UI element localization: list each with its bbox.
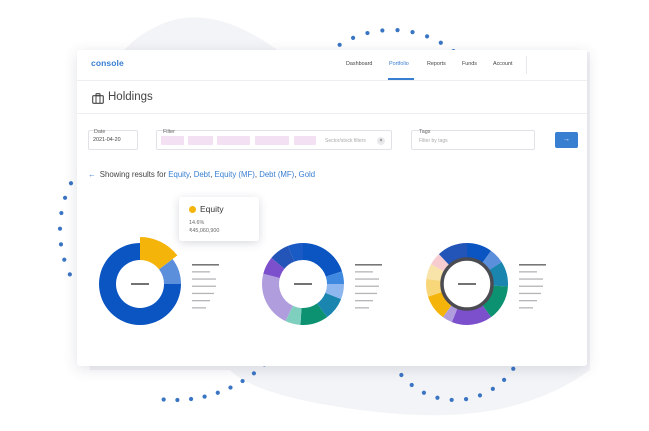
- decor-dot: [62, 257, 67, 262]
- decor-dot: [175, 397, 180, 403]
- legend-placeholder-line: [519, 278, 543, 280]
- legend-placeholder-line: [355, 271, 373, 273]
- decor-dot: [438, 40, 443, 45]
- legend-placeholder-line: [519, 307, 533, 309]
- decor-dot: [380, 28, 385, 33]
- decor-dot: [511, 366, 516, 371]
- decor-dot: [251, 371, 257, 376]
- donut-chart: [262, 243, 344, 325]
- decor-dot: [410, 30, 415, 35]
- decor-dot: [490, 386, 495, 391]
- legend-placeholder-line: [519, 264, 546, 266]
- legend-placeholder-line: [519, 292, 541, 295]
- legend-placeholder-line: [192, 278, 216, 280]
- decor-dot: [188, 396, 194, 402]
- legend-placeholder-line: [355, 307, 369, 309]
- legend-placeholder-line: [192, 285, 216, 287]
- donut-chart: [426, 243, 508, 325]
- decor-dot: [350, 35, 356, 40]
- legend-placeholder-line: [192, 300, 210, 302]
- legend-placeholder-line: [192, 264, 219, 266]
- app-window: console Dashboard Portfolio Reports Fund…: [77, 50, 587, 366]
- decor-dot: [395, 28, 400, 33]
- decor-dot: [409, 382, 414, 388]
- decor-dot: [399, 372, 404, 378]
- decor-dot: [57, 226, 63, 231]
- legend-placeholder-line: [355, 285, 379, 287]
- tooltip-title: Equity: [200, 204, 224, 214]
- decor-dot: [161, 397, 166, 402]
- decor-dot: [365, 30, 370, 36]
- tooltip-color-dot: [189, 206, 196, 213]
- decor-dot: [58, 242, 64, 247]
- decor-dot: [435, 395, 440, 400]
- legend-placeholder-line: [355, 292, 377, 295]
- decor-dot: [477, 393, 483, 398]
- decor-dot: [59, 210, 64, 216]
- decor-dot: [62, 195, 68, 200]
- holdings-charts: [99, 237, 546, 325]
- decor-dot: [68, 181, 74, 186]
- decor-dot: [67, 272, 72, 277]
- tooltip-amount: ₹45,060,900: [189, 228, 220, 234]
- decor-dot: [228, 385, 233, 390]
- chart-tooltip: Equity 14.6% ₹45,060,900: [179, 197, 259, 241]
- legend-placeholder-line: [355, 278, 379, 280]
- decor-dot: [337, 42, 342, 47]
- legend-placeholder-line: [192, 307, 206, 309]
- decor-dot: [240, 378, 245, 384]
- donut-chart: [99, 237, 181, 325]
- decor-dot: [463, 397, 469, 402]
- decor-dot: [421, 390, 427, 395]
- legend-placeholder-line: [519, 271, 537, 273]
- decor-dot: [449, 397, 454, 403]
- decor-dot: [424, 34, 430, 39]
- decor-dot: [502, 377, 507, 382]
- legend-placeholder-line: [355, 300, 373, 302]
- tooltip-percent: 14.6%: [189, 220, 205, 226]
- legend-placeholder-line: [192, 292, 214, 295]
- legend-placeholder-line: [192, 271, 210, 273]
- legend-placeholder-line: [519, 300, 537, 302]
- legend-placeholder-line: [355, 264, 382, 266]
- decor-dot: [202, 394, 207, 399]
- legend-placeholder-line: [519, 285, 543, 287]
- decor-dot: [215, 390, 220, 395]
